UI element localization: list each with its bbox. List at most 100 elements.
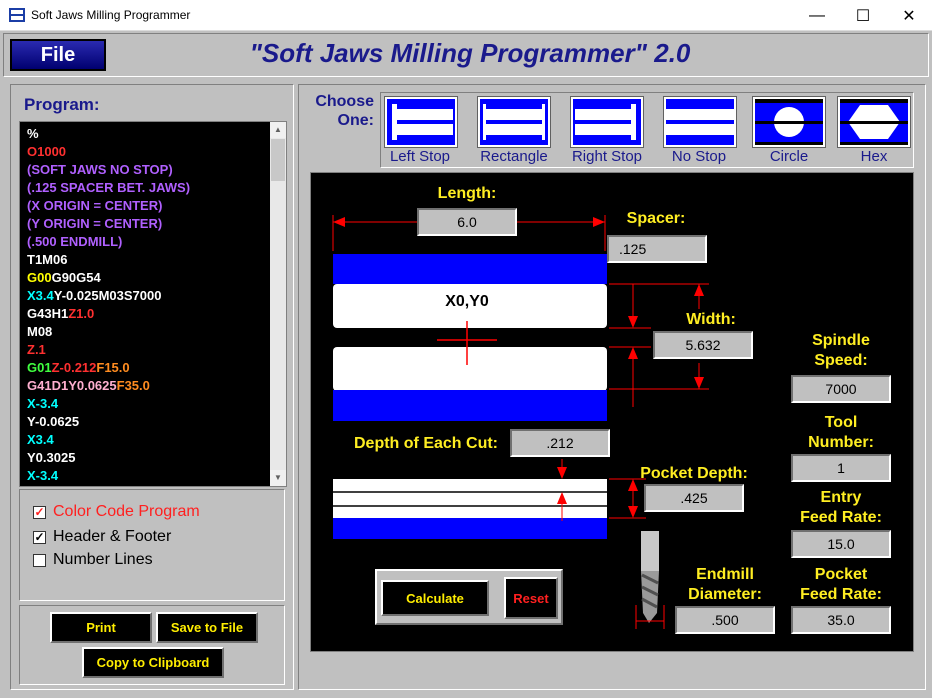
pocket-depth-label: Pocket Depth: — [640, 465, 748, 482]
depth-of-cut-input[interactable]: .212 — [510, 429, 610, 457]
right-stop-shape-button[interactable] — [570, 96, 644, 148]
number-lines-checkbox[interactable]: Number Lines — [33, 551, 153, 569]
spindle-speed-label-1: Spindle — [812, 332, 870, 349]
window-title: Soft Jaws Milling Programmer — [31, 8, 191, 22]
circle-icon — [755, 99, 823, 145]
no-stop-shape-button[interactable] — [663, 96, 737, 148]
code-token: (X ORIGIN = CENTER) — [27, 198, 163, 213]
save-to-file-button[interactable]: Save to File — [158, 614, 256, 641]
code-line: % — [27, 125, 190, 143]
shape-label-right-stop[interactable]: Right Stop — [562, 148, 652, 165]
copy-to-clipboard-button[interactable]: Copy to Clipboard — [84, 649, 222, 676]
code-line: G01Z-0.212F15.0 — [27, 359, 190, 377]
code-line: (X ORIGIN = CENTER) — [27, 197, 190, 215]
program-code-view[interactable]: % O1000 (SOFT JAWS NO STOP) (.125 SPACER BE… — [19, 121, 287, 487]
endmill-diameter-input[interactable]: .500 — [675, 606, 775, 634]
code-line: (Y ORIGIN = CENTER) — [27, 215, 190, 233]
bottom-jaw-pocket — [333, 347, 607, 391]
endmill-icon — [635, 531, 665, 629]
code-token: G00 — [27, 270, 52, 285]
code-token: (.500 ENDMILL) — [27, 234, 123, 249]
pocket-feed-rate-input[interactable]: 35.0 — [791, 606, 891, 634]
tool-number-label-1: Tool — [824, 414, 858, 431]
minimize-button[interactable]: — — [794, 0, 840, 31]
top-jaw-shape — [333, 254, 607, 284]
code-token: G90G54 — [51, 270, 101, 285]
code-line: X-3.4 — [27, 467, 190, 485]
endmill-diameter-label: Endmill Diameter: — [675, 565, 775, 605]
spindle-speed-input[interactable]: 7000 — [791, 375, 891, 403]
code-line: G41D1Y0.0625F35.0 — [27, 377, 190, 395]
scroll-thumb[interactable] — [271, 139, 285, 181]
code-token: Z1.0 — [68, 306, 95, 321]
code-line: G00G90G54 — [27, 269, 190, 287]
code-token: T1M06 — [27, 252, 68, 267]
rectangle-icon — [480, 99, 548, 145]
checkbox-icon: ✓ — [33, 504, 46, 519]
circle-shape-button[interactable] — [752, 96, 826, 148]
app-title: "Soft Jaws Milling Programmer" 2.0 — [249, 38, 691, 68]
entry-feed-rate-label: Entry Feed Rate: — [787, 488, 895, 528]
maximize-button[interactable]: ☐ — [840, 0, 886, 31]
tool-number-label-2: Number: — [808, 434, 874, 451]
calculate-frame: Calculate — [381, 580, 489, 616]
shape-label-left-stop[interactable]: Left Stop — [375, 148, 465, 165]
pocket-feed-label-1: Pocket — [814, 566, 868, 583]
code-line: Z.1 — [27, 341, 190, 359]
scroll-down-icon[interactable]: ▼ — [270, 470, 286, 486]
checkbox-icon: ✓ — [33, 529, 46, 544]
code-scrollbar[interactable]: ▲ ▼ — [270, 122, 286, 486]
spindle-speed-label-2: Speed: — [814, 352, 868, 369]
code-line: X3.4 — [27, 431, 190, 449]
code-token: F15.0 — [96, 360, 130, 375]
header-footer-label: Header & Footer — [53, 528, 172, 545]
length-input[interactable]: 6.0 — [417, 208, 517, 236]
no-stop-icon — [666, 99, 734, 145]
color-code-checkbox[interactable]: ✓ Color Code Program — [33, 503, 200, 521]
code-line: M08 — [27, 323, 190, 341]
jaw-diagram-canvas: Length: 6.0 Spacer: .125 X0,Y0 Width: 5.… — [310, 172, 914, 652]
tool-number-label: Tool Number: — [791, 413, 891, 453]
app-icon — [9, 8, 25, 22]
code-token: X-3.4 — [27, 396, 59, 411]
code-token: F35.0 — [116, 378, 150, 393]
number-lines-label: Number Lines — [53, 551, 153, 568]
shape-label-circle[interactable]: Circle — [744, 148, 834, 165]
code-line: (.125 SPACER BET. JAWS) — [27, 179, 190, 197]
width-input[interactable]: 5.632 — [653, 331, 753, 359]
shape-label-rectangle[interactable]: Rectangle — [469, 148, 559, 165]
code-line: X3.4Y-0.025M03S7000 — [27, 287, 190, 305]
header-footer-checkbox[interactable]: ✓ Header & Footer — [33, 528, 171, 546]
scroll-up-icon[interactable]: ▲ — [270, 122, 286, 138]
left-stop-shape-button[interactable] — [384, 96, 458, 148]
shape-label-hex[interactable]: Hex — [829, 148, 919, 165]
code-token: X-3.4 — [27, 468, 59, 483]
bottom-jaw-shape — [333, 390, 607, 421]
code-line: (SOFT JAWS NO STOP) — [27, 161, 190, 179]
code-token: X3.4 — [27, 432, 54, 447]
print-button[interactable]: Print — [52, 614, 150, 641]
print-frame: Print — [50, 612, 152, 643]
code-token: Y-0.025M03S7000 — [53, 288, 162, 303]
shape-label-no-stop[interactable]: No Stop — [654, 148, 744, 165]
code-line: (.500 ENDMILL) — [27, 233, 190, 251]
pocket-depth-input[interactable]: .425 — [644, 484, 744, 512]
close-button[interactable]: ✕ — [886, 0, 932, 31]
tool-number-input[interactable]: 1 — [791, 454, 891, 482]
file-menu-button[interactable]: File — [10, 39, 106, 71]
entry-feed-rate-input[interactable]: 15.0 — [791, 530, 891, 558]
pocket-feed-rate-label: Pocket Feed Rate: — [787, 565, 895, 605]
origin-label: X0,Y0 — [445, 293, 489, 310]
code-line: O1000 — [27, 143, 190, 161]
hex-shape-button[interactable] — [837, 96, 911, 148]
left-stop-icon — [387, 99, 455, 145]
rectangle-shape-button[interactable] — [477, 96, 551, 148]
code-token: (.125 SPACER BET. JAWS) — [27, 180, 191, 195]
reset-button[interactable]: Reset — [506, 579, 556, 617]
code-token: Z.1 — [27, 342, 46, 357]
window-titlebar: Soft Jaws Milling Programmer — ☐ ✕ — [0, 0, 932, 31]
spacer-input[interactable]: .125 — [607, 235, 707, 263]
calculate-button[interactable]: Calculate — [383, 582, 487, 614]
spindle-speed-label: Spindle Speed: — [791, 331, 891, 371]
code-token: X3.4 — [27, 288, 54, 303]
